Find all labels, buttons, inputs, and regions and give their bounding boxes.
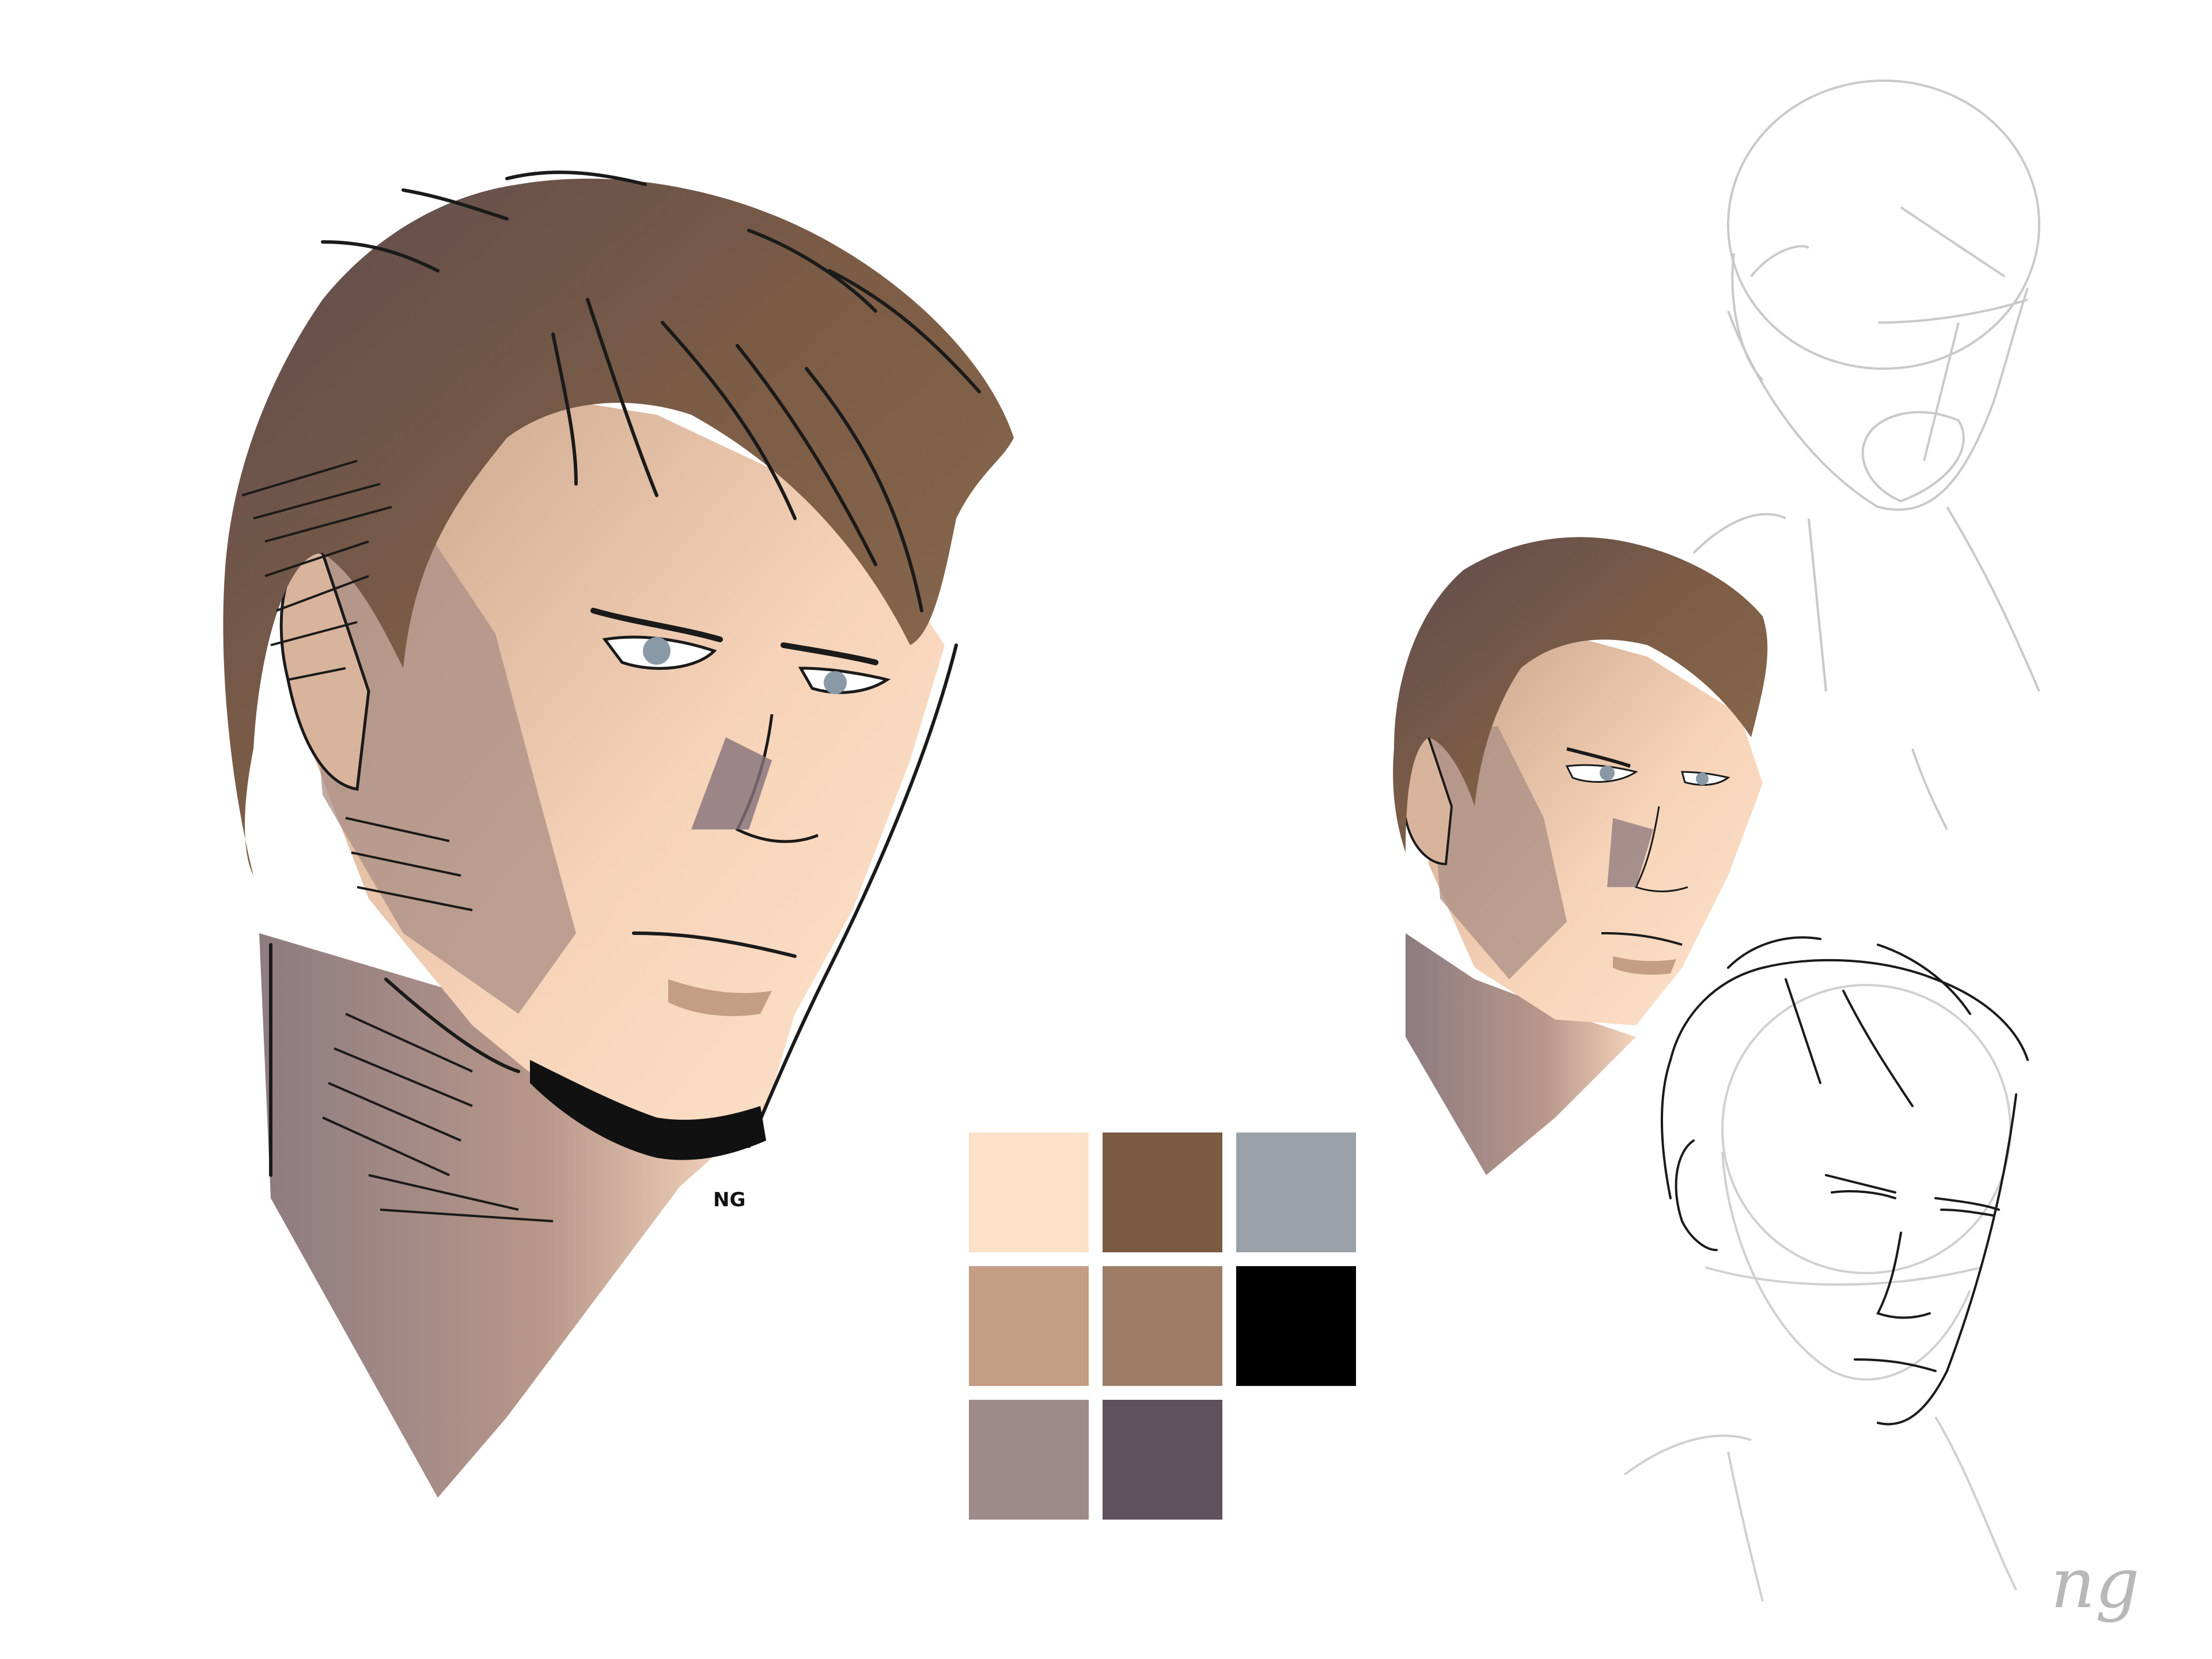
swatch-deep-shadow: [1103, 1400, 1222, 1520]
swatch-ink-black: [1236, 1266, 1356, 1386]
swatch-mauve-shadow: [969, 1400, 1089, 1520]
swatch-hair-brown: [1103, 1132, 1222, 1252]
swatch-skin-mid: [969, 1266, 1089, 1386]
sketch-bottom-right: [1623, 936, 2029, 1602]
swatch-skin-light: [969, 1132, 1089, 1252]
swatch-skin-shadow: [1103, 1266, 1222, 1386]
color-palette: [969, 1132, 1356, 1520]
swatch-empty-slot: [1236, 1400, 1356, 1520]
large-iris-left: [643, 637, 671, 665]
large-iris-right: [824, 671, 847, 694]
drawing-canvas: NG ng: [0, 0, 2212, 1659]
swatch-eye-gray: [1236, 1132, 1356, 1252]
small-iris-left: [1600, 766, 1615, 781]
small-iris-right: [1696, 772, 1709, 785]
large-head-painting: NG: [223, 171, 1014, 1498]
large-signature: NG: [713, 1188, 745, 1211]
corner-signature: ng: [2051, 1544, 2139, 1624]
small-head-painting: [1393, 537, 1768, 1175]
